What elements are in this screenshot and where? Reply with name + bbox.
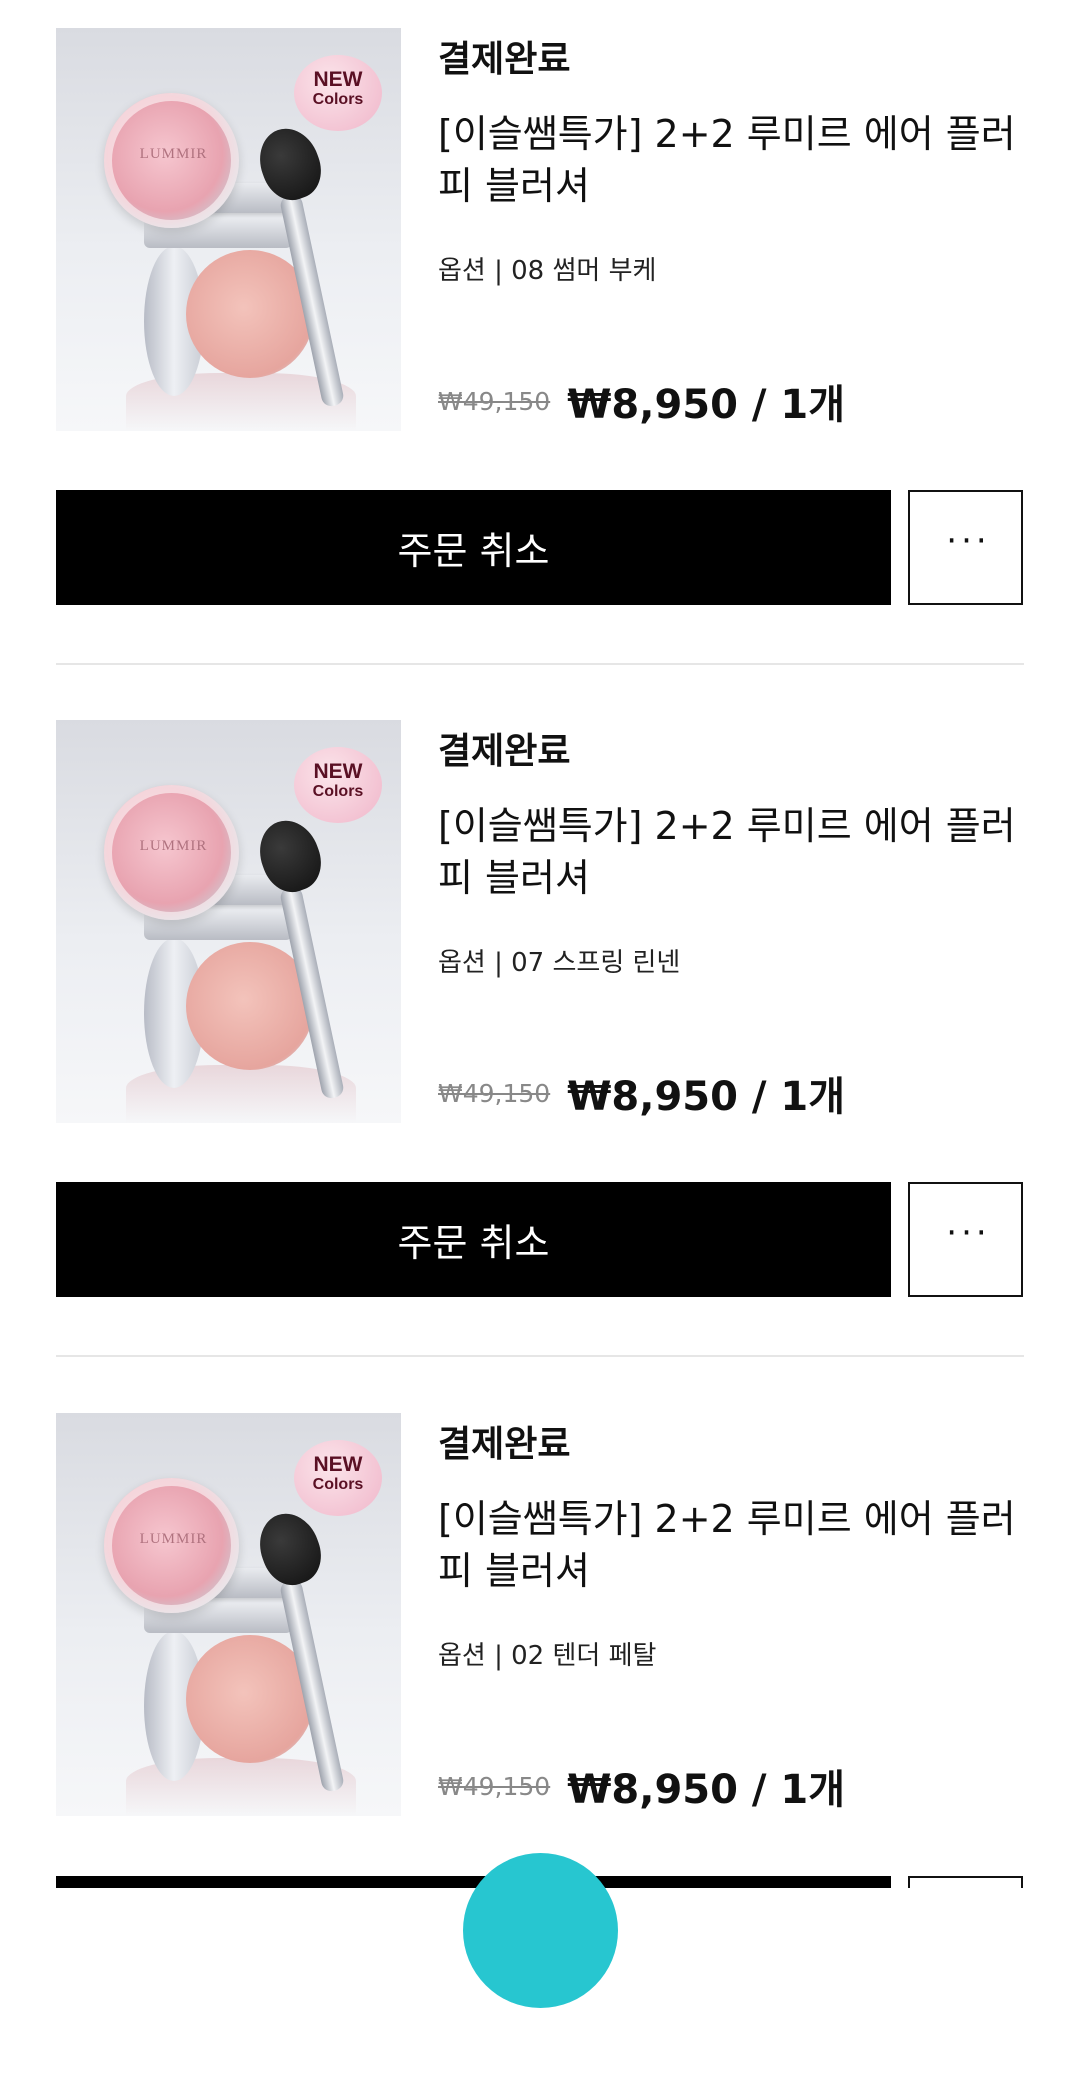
new-colors-badge: NEW Colors	[294, 55, 382, 131]
original-price: ₩49,150	[438, 1771, 551, 1801]
more-options-button[interactable]: ···	[908, 1182, 1023, 1297]
badge-line2: Colors	[312, 91, 364, 108]
sale-price: ₩8,950 / 1개	[567, 382, 846, 428]
new-colors-badge: NEW Colors	[294, 747, 382, 823]
order-card: LUMMIR NEW Colors 결제완료 [이슬쌤특가] 2+2 루미르 에…	[0, 0, 1080, 690]
badge-line1: NEW	[313, 68, 363, 91]
product-image[interactable]: LUMMIR NEW Colors	[56, 1413, 401, 1816]
new-colors-badge: NEW Colors	[294, 1440, 382, 1516]
product-option: 옵션 | 08 썸머 부케	[438, 256, 657, 286]
price-row: ₩49,150 ₩8,950 / 1개	[438, 1064, 845, 1120]
order-card: LUMMIR NEW Colors 결제완료 [이슬쌤특가] 2+2 루미르 에…	[0, 692, 1080, 1382]
original-price: ₩49,150	[438, 1078, 551, 1108]
product-option: 옵션 | 07 스프링 린넨	[438, 948, 681, 978]
product-option: 옵션 | 02 텐더 페탈	[438, 1641, 657, 1671]
product-name[interactable]: [이슬쌤특가] 2+2 루미르 에어 플러피 블러셔	[438, 108, 1018, 212]
cancel-order-button[interactable]: 주문 취소	[56, 1182, 891, 1297]
more-options-button-partial[interactable]	[908, 1876, 1023, 1888]
product-logo: LUMMIR	[139, 838, 208, 854]
divider	[56, 1355, 1024, 1357]
sale-price: ₩8,950 / 1개	[567, 1074, 846, 1120]
order-status: 결제완료	[438, 39, 571, 80]
cancel-order-button[interactable]: 주문 취소	[56, 490, 891, 605]
cancel-order-button-partial[interactable]	[56, 1876, 891, 1888]
product-name[interactable]: [이슬쌤특가] 2+2 루미르 에어 플러피 블러셔	[438, 1493, 1018, 1597]
badge-line1: NEW	[313, 1453, 363, 1476]
product-logo: LUMMIR	[139, 1531, 208, 1547]
order-status: 결제완료	[438, 1424, 571, 1465]
more-options-button[interactable]: ···	[908, 490, 1023, 605]
price-row: ₩49,150 ₩8,950 / 1개	[438, 1757, 845, 1813]
divider	[56, 663, 1024, 665]
original-price: ₩49,150	[438, 386, 551, 416]
product-image[interactable]: LUMMIR NEW Colors	[56, 720, 401, 1123]
badge-line2: Colors	[312, 1476, 364, 1493]
badge-line1: NEW	[313, 760, 363, 783]
order-status: 결제완료	[438, 731, 571, 772]
price-row: ₩49,150 ₩8,950 / 1개	[438, 372, 845, 428]
product-name[interactable]: [이슬쌤특가] 2+2 루미르 에어 플러피 블러셔	[438, 800, 1018, 904]
sale-price: ₩8,950 / 1개	[567, 1767, 846, 1813]
product-logo: LUMMIR	[139, 146, 208, 162]
floating-action-button[interactable]	[463, 1853, 618, 2008]
product-image[interactable]: LUMMIR NEW Colors	[56, 28, 401, 431]
badge-line2: Colors	[312, 783, 364, 800]
